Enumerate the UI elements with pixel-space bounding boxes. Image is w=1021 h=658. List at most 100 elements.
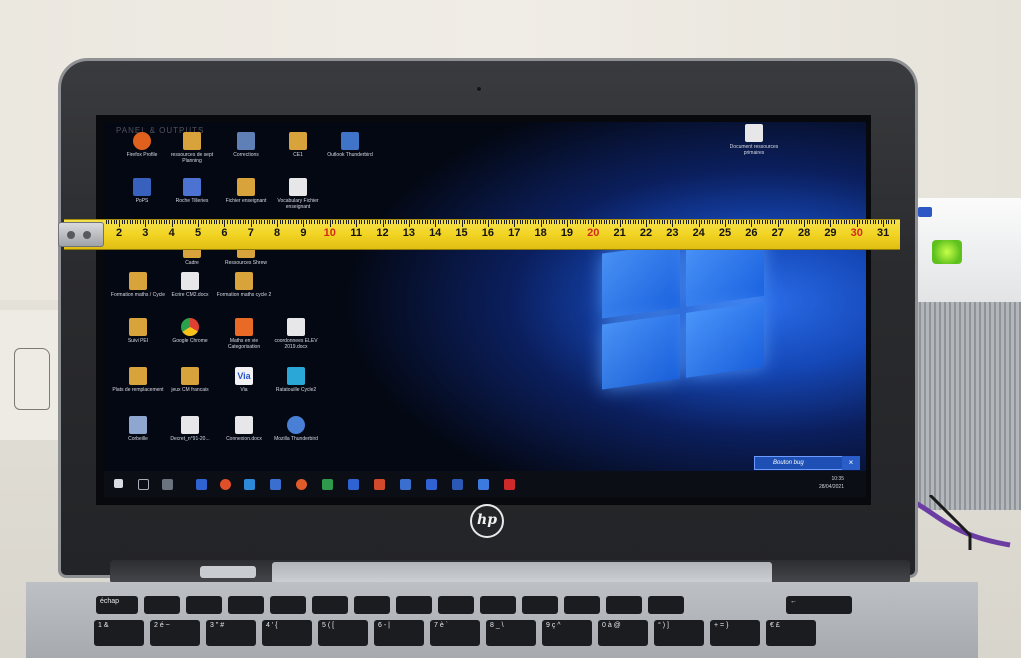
- tape-tick: [313, 220, 315, 224]
- desktop-icon[interactable]: Corrections: [218, 132, 274, 158]
- desktop-icon[interactable]: Firefox Profile: [114, 132, 170, 158]
- key[interactable]: [312, 596, 348, 614]
- key[interactable]: [648, 596, 684, 614]
- firefox-icon[interactable]: [220, 479, 231, 490]
- tape-tick: [195, 220, 197, 224]
- edge-icon[interactable]: [244, 479, 255, 490]
- desktop-icon[interactable]: Connexion.docx: [216, 416, 272, 442]
- key[interactable]: [354, 596, 390, 614]
- desktop-icon[interactable]: Corbeille: [110, 416, 166, 442]
- desktop-icon[interactable]: Fichier enseignant: [218, 178, 274, 204]
- desktop-icon[interactable]: coordonnees ELEV 2019.docx: [268, 318, 324, 350]
- word-doc-icon: [235, 416, 253, 434]
- desktop-icon[interactable]: Decret_n°91-20...: [162, 416, 218, 442]
- tape-tick: [456, 220, 458, 224]
- key[interactable]: 1 &: [94, 620, 144, 646]
- key[interactable]: [564, 596, 600, 614]
- key[interactable]: [270, 596, 306, 614]
- key[interactable]: [438, 596, 474, 614]
- close-icon[interactable]: ×: [842, 456, 860, 470]
- desktop-icon[interactable]: Google Chrome: [162, 318, 218, 344]
- tape-number: 4: [168, 227, 175, 239]
- key[interactable]: 6 - |: [374, 620, 424, 646]
- tape-tick: [303, 220, 305, 227]
- tray-clock[interactable]: 10:35 28/04/2021: [819, 475, 844, 491]
- word-icon[interactable]: [452, 479, 463, 490]
- tape-tick: [746, 220, 748, 224]
- tape-tick: [155, 220, 157, 224]
- key[interactable]: € £: [766, 620, 816, 646]
- tape-tick: [321, 220, 323, 224]
- key[interactable]: [186, 596, 222, 614]
- tape-number: 31: [877, 227, 890, 239]
- app-icon[interactable]: [196, 479, 207, 490]
- key[interactable]: échap: [96, 596, 138, 614]
- app-icon[interactable]: [348, 479, 359, 490]
- app-icon[interactable]: [504, 479, 515, 490]
- key[interactable]: [606, 596, 642, 614]
- key[interactable]: 8 _ \: [486, 620, 536, 646]
- key[interactable]: 9 ç ^: [542, 620, 592, 646]
- desktop-icon[interactable]: Mozilla Thunderbird: [268, 416, 324, 442]
- task-view-icon[interactable]: [162, 479, 173, 490]
- backspace-key[interactable]: ←: [786, 596, 852, 614]
- firefox-icon[interactable]: [296, 479, 307, 490]
- key[interactable]: 2 é ~: [150, 620, 200, 646]
- key[interactable]: + = }: [710, 620, 760, 646]
- tape-tick: [274, 220, 276, 224]
- key[interactable]: 3 " #: [206, 620, 256, 646]
- tape-tick: [806, 220, 808, 224]
- key[interactable]: 4 ' {: [262, 620, 312, 646]
- tape-tick: [788, 220, 790, 224]
- key[interactable]: [522, 596, 558, 614]
- key[interactable]: 0 à @: [598, 620, 648, 646]
- desktop-icon[interactable]: Roche Tilleries: [164, 178, 220, 204]
- desktop-icon[interactable]: Outlook Thunderbird: [322, 132, 378, 158]
- app-icon[interactable]: [426, 479, 437, 490]
- tape-tick: [508, 220, 510, 224]
- tape-tick: [501, 220, 503, 224]
- tape-tick: [329, 220, 331, 227]
- app-icon[interactable]: [478, 479, 489, 490]
- app-icon[interactable]: [270, 479, 281, 490]
- desktop-icon[interactable]: ressources de sept Planning: [164, 132, 220, 164]
- desktop-icon[interactable]: Ratatouille Cycle2: [268, 367, 324, 393]
- key[interactable]: 5 ( [: [318, 620, 368, 646]
- desktop-icon[interactable]: Via Via: [216, 367, 272, 393]
- start-icon[interactable]: [114, 479, 123, 488]
- desktop-icon[interactable]: Ecrire CM2.docx: [162, 272, 218, 298]
- desktop-icon[interactable]: Formation maths / Cycle: [110, 272, 166, 298]
- powerpoint-icon[interactable]: [374, 479, 385, 490]
- desktop-icon[interactable]: Document ressources primaires: [726, 124, 782, 156]
- app-icon[interactable]: [400, 479, 411, 490]
- desktop-icon[interactable]: Vocabulary Fichier enseignant: [270, 178, 326, 210]
- tape-tick: [134, 220, 136, 224]
- desktop-icon[interactable]: jeux CM francais: [162, 367, 218, 393]
- key[interactable]: [480, 596, 516, 614]
- tape-tick: [537, 220, 539, 224]
- speaker-button: [918, 207, 932, 217]
- tape-tick: [830, 220, 832, 227]
- desktop-icon[interactable]: PoPS: [114, 178, 170, 204]
- desktop-icon[interactable]: Formation maths cycle 2: [216, 272, 272, 298]
- tape-tick: [701, 220, 703, 224]
- key[interactable]: [396, 596, 432, 614]
- excel-icon[interactable]: [322, 479, 333, 490]
- desktop-icon[interactable]: Plats de remplacement: [110, 367, 166, 393]
- key[interactable]: 7 è `: [430, 620, 480, 646]
- key[interactable]: [144, 596, 180, 614]
- folder-icon: [181, 367, 199, 385]
- desktop-icon[interactable]: Maths en vie Categorisation: [216, 318, 272, 350]
- tape-number: 9: [300, 227, 307, 239]
- tape-tick: [298, 220, 300, 224]
- desktop-icon[interactable]: CE1: [270, 132, 326, 158]
- desktop-icon[interactable]: Suivi PEI: [110, 318, 166, 344]
- key[interactable]: ° ) ]: [654, 620, 704, 646]
- search-icon[interactable]: [138, 479, 149, 490]
- key[interactable]: [228, 596, 264, 614]
- tape-tick: [796, 220, 798, 224]
- tape-tick: [292, 220, 294, 224]
- tape-tick: [564, 220, 566, 224]
- tape-tick: [182, 220, 184, 224]
- via-icon: Via: [235, 367, 253, 385]
